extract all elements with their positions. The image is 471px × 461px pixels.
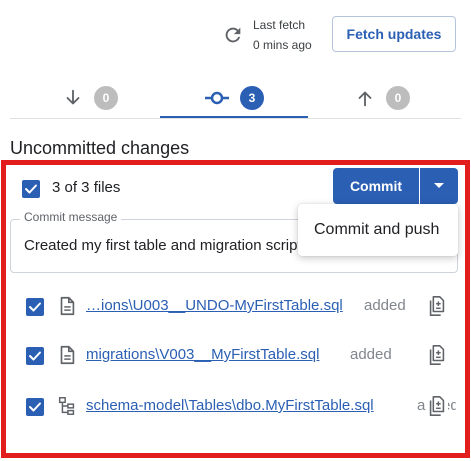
tab-incoming-count: 0 (94, 86, 118, 110)
tab-outgoing[interactable]: 0 (332, 80, 432, 116)
tab-changes-count: 3 (240, 86, 264, 110)
last-fetch-time: 0 mins ago (253, 38, 312, 52)
commit-icon (205, 91, 229, 105)
fetch-updates-button[interactable]: Fetch updates (332, 16, 456, 52)
arrow-down-icon (66, 89, 80, 105)
tab-changes[interactable]: 3 (184, 80, 284, 116)
tab-outgoing-count: 0 (386, 86, 410, 110)
active-tab-indicator (160, 116, 308, 118)
refresh-icon[interactable] (222, 24, 244, 46)
tabs-divider (10, 118, 461, 119)
arrow-up-icon (358, 91, 372, 107)
highlight-frame (1, 160, 470, 458)
section-title: Uncommitted changes (10, 138, 190, 158)
last-fetch-info: Last fetch 0 mins ago (253, 15, 312, 55)
tab-incoming[interactable]: 0 (40, 80, 140, 116)
last-fetch-label: Last fetch (253, 18, 306, 32)
